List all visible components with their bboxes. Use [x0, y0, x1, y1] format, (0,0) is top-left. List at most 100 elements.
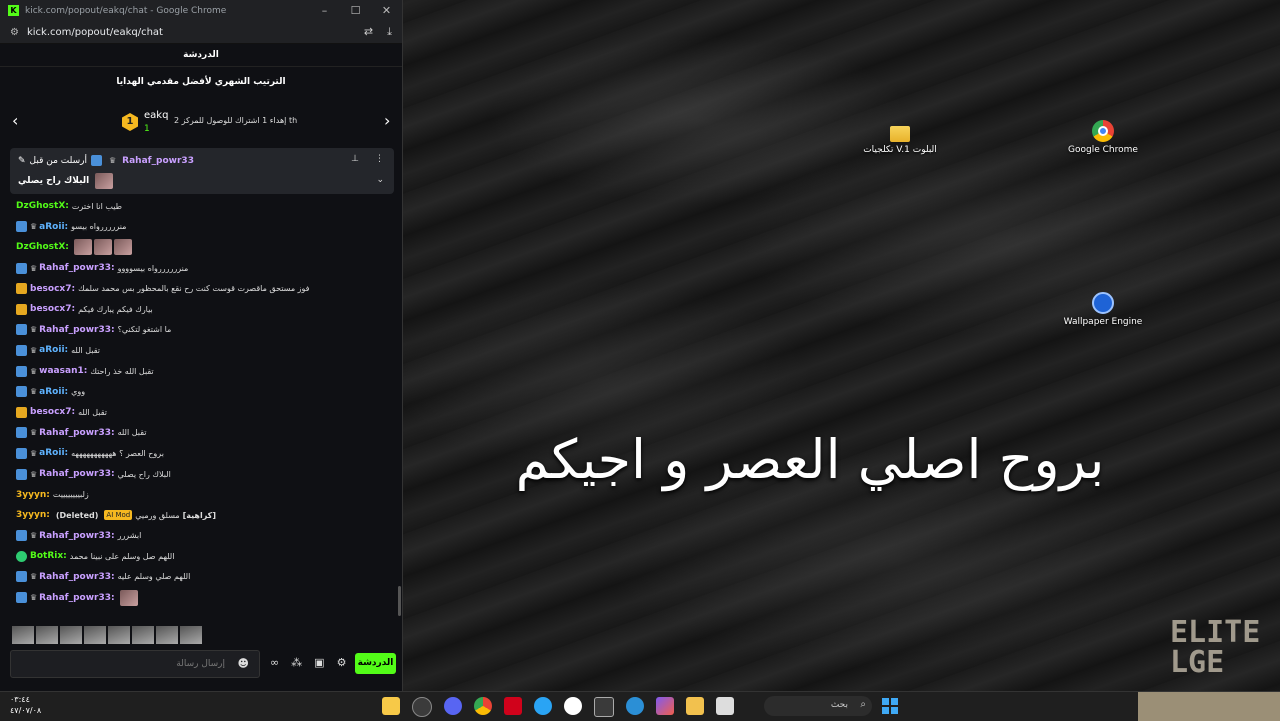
infinity-icon[interactable]: ∞ — [270, 656, 279, 669]
message-text: ابشررر — [117, 531, 142, 541]
rank-badge: 1 — [122, 113, 138, 131]
blue-badge-icon — [16, 447, 27, 459]
file-explorer-icon[interactable] — [686, 697, 704, 715]
gift-icon[interactable]: ▣ — [314, 656, 324, 669]
chat-message: ♛ Rahaf_powr33: تقبل الله — [0, 423, 400, 444]
chat-input[interactable]: إرسال رسالة ☻ — [10, 650, 260, 678]
message-username[interactable]: BotRix: — [30, 551, 67, 561]
address-bar[interactable]: ⚙ kick.com/popout/eakq/chat ⇄ ⤓ — [0, 21, 402, 44]
emoji-icon[interactable]: ☻ — [238, 657, 249, 670]
message-username[interactable]: aRoii: — [39, 222, 68, 232]
taskbar-app-icon[interactable] — [534, 697, 552, 715]
message-text: بيارك فيكم يبارك فيكم — [78, 304, 153, 314]
settings-icon[interactable]: ⚙ — [337, 656, 347, 669]
message-username[interactable]: waasan1: — [39, 366, 87, 376]
message-text: ووي — [71, 387, 86, 397]
message-username[interactable]: Rahaf_powr33: — [39, 531, 114, 541]
site-settings-icon[interactable]: ⚙ — [10, 27, 19, 38]
message-text: منررررررواه بيسوووو — [117, 263, 189, 273]
message-username[interactable]: besocx7: — [30, 304, 75, 314]
emote-image[interactable] — [132, 626, 154, 644]
users-icon[interactable]: ⁂ — [291, 656, 302, 669]
message-username[interactable]: Rahaf_powr33: — [39, 469, 114, 479]
verified-badge-icon — [90, 155, 102, 166]
message-username[interactable]: aRoii: — [39, 345, 68, 355]
ai-mod-badge: AI Mod — [104, 510, 133, 521]
desktop-icon-label: Google Chrome — [1068, 145, 1138, 155]
message-text: اللهم صلي وسلم عليه — [117, 572, 191, 582]
download-icon[interactable]: ⤓ — [387, 25, 392, 39]
crown-icon: ♛ — [30, 325, 38, 335]
send-chat-button[interactable]: الدردشة — [355, 653, 396, 674]
emote-image[interactable] — [84, 626, 106, 644]
url-text[interactable]: kick.com/popout/eakq/chat — [27, 27, 163, 38]
emote-image[interactable] — [60, 626, 82, 644]
message-text: البلاك راح يصلي — [117, 469, 171, 479]
chrome-icon[interactable] — [474, 697, 492, 715]
chat-message: ♛ aRoii: تقبل الله — [0, 340, 400, 361]
pinned-message: ✎ أرسلت من قبل ♛ Rahaf_powr33 البلاك راح… — [10, 148, 394, 194]
copilot-icon[interactable] — [656, 697, 674, 715]
chevron-right-icon[interactable]: › — [384, 111, 390, 130]
close-button[interactable]: ✕ — [371, 4, 402, 17]
leader-username[interactable]: eakq — [144, 110, 168, 121]
chat-tools: ∞ ⁂ ▣ ⚙ — [270, 656, 346, 669]
message-text: زلبييييييييت — [52, 490, 89, 500]
taskbar-search[interactable]: بحث ⌕ — [764, 696, 872, 716]
message-text: تقبل الله خذ راحتك — [90, 366, 154, 376]
search-icon: ⌕ — [860, 699, 866, 710]
message-username[interactable]: DzGhostX: — [16, 201, 69, 211]
message-username[interactable]: Rahaf_powr33: — [39, 263, 114, 273]
chat-scrollbar[interactable] — [398, 586, 401, 616]
chat-message: 3yyyn: (Deleted) AI Mod مسلق ورميي [كراهية] — [0, 505, 400, 526]
message-text: اللهم صل وسلم على نبينا محمد — [69, 551, 175, 561]
emote-image[interactable] — [12, 626, 34, 644]
message-username[interactable]: DzGhostX: — [16, 242, 69, 252]
security-app-icon[interactable] — [504, 697, 522, 715]
message-username[interactable]: aRoii: — [39, 448, 68, 458]
crown-icon: ♛ — [30, 593, 38, 603]
desktop-icon-chrome[interactable]: Google Chrome — [1063, 120, 1143, 155]
taskview-icon[interactable] — [716, 697, 734, 715]
more-options-icon[interactable]: ⋮ — [375, 154, 384, 164]
message-username[interactable]: Rahaf_powr33: — [39, 593, 114, 603]
translate-icon[interactable]: ⇄ — [364, 25, 373, 39]
edge-icon[interactable] — [626, 697, 644, 715]
blue-badge-icon — [16, 262, 27, 274]
folder-icon — [890, 126, 910, 142]
emote-image[interactable] — [108, 626, 130, 644]
message-username[interactable]: 3yyyn: — [16, 490, 50, 500]
emote-image[interactable] — [156, 626, 178, 644]
pin-toggle-icon[interactable]: ⊥ — [351, 154, 359, 164]
message-username[interactable]: Rahaf_powr33: — [39, 572, 114, 582]
message-username[interactable]: besocx7: — [30, 407, 75, 417]
blue-badge-icon — [16, 365, 27, 377]
emote-image[interactable] — [180, 626, 202, 644]
message-username[interactable]: aRoii: — [39, 387, 68, 397]
pinned-user[interactable]: Rahaf_powr33 — [122, 156, 194, 166]
message-text: طيب انا اخترت — [71, 201, 123, 211]
blue-badge-icon — [16, 592, 27, 604]
windows-start-icon[interactable] — [882, 698, 898, 714]
message-username[interactable]: 3yyyn: — [16, 510, 50, 520]
desktop-icon-folder[interactable]: تكلجيات V.1 البلوت — [860, 122, 940, 155]
minimize-button[interactable]: – — [309, 4, 340, 17]
emote-image[interactable] — [36, 626, 58, 644]
obs-icon[interactable] — [412, 697, 432, 717]
chevron-left-icon[interactable]: ‹ — [12, 111, 18, 130]
message-username[interactable]: Rahaf_powr33: — [39, 325, 114, 335]
store-icon[interactable] — [594, 697, 614, 717]
chat-message: ♛ Rahaf_powr33: البلاك راح يصلي — [0, 464, 400, 485]
kick-favicon-icon: K — [8, 5, 19, 16]
taskbar-app-icon[interactable] — [382, 697, 400, 715]
chevron-down-icon[interactable]: ⌄ — [376, 175, 384, 185]
hp-icon[interactable] — [564, 697, 582, 715]
maximize-button[interactable]: ☐ — [340, 4, 371, 17]
chat-message: ♛ aRoii: ووي — [0, 381, 400, 402]
message-username[interactable]: besocx7: — [30, 284, 75, 294]
system-clock[interactable]: ٠٣:٤٤ ٤٧/٠٧/٠٨ — [10, 694, 41, 716]
crown-icon: ♛ — [30, 345, 38, 355]
discord-icon[interactable] — [444, 697, 462, 715]
message-username[interactable]: Rahaf_powr33: — [39, 428, 114, 438]
desktop-icon-wallpaper-engine[interactable]: Wallpaper Engine — [1063, 292, 1143, 327]
